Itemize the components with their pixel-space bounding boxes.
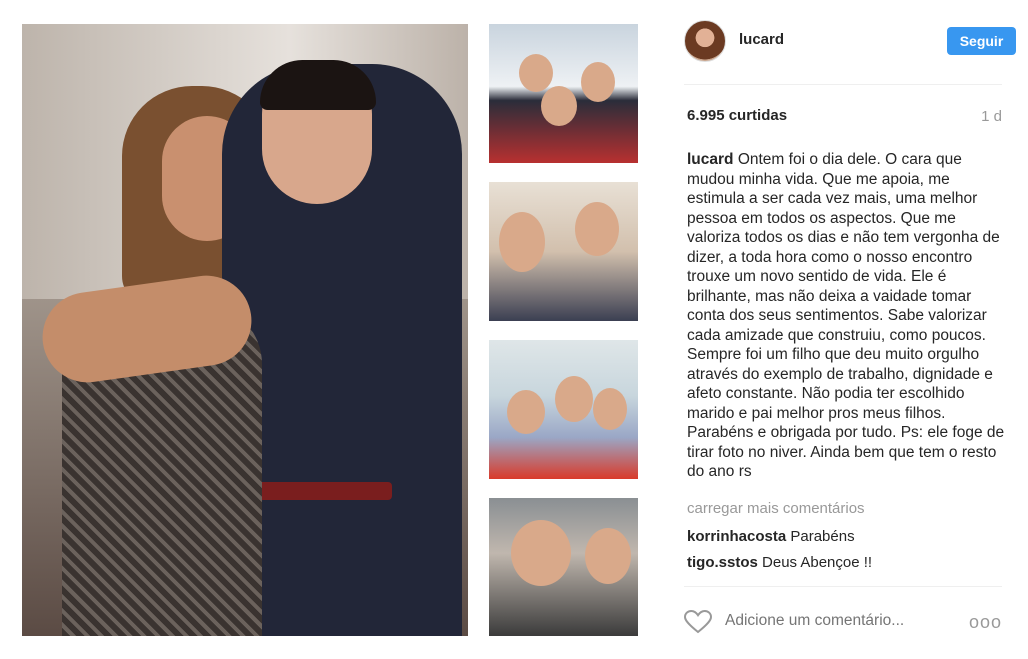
main-photo[interactable] [22,24,468,636]
comment-input[interactable] [725,612,955,630]
comment-text: Parabéns [790,528,855,545]
photo-face [519,54,553,92]
collage-photo-3[interactable] [489,340,638,479]
post-sidebar: lucard Seguir 6.995 curtidas 1 d lucard … [670,0,1016,659]
post-caption: lucard Ontem foi o dia dele. O cara que … [687,150,1005,482]
photo-face [581,62,615,102]
collage-photo-2[interactable] [489,182,638,321]
post-time[interactable]: 1 d [981,108,1002,125]
comment-item: korrinhacosta Parabéns [687,528,855,545]
caption-text: Ontem foi o dia dele. O cara que mudou m… [687,151,1005,480]
collage-photo-4[interactable] [489,498,638,636]
post-media [0,0,660,659]
divider [684,586,1002,587]
collage-photo-1[interactable] [489,24,638,163]
photo-face [499,212,545,272]
comment-item: tigo.sstos Deus Abençoe !! [687,554,872,571]
follow-button[interactable]: Seguir [947,27,1016,55]
photo-face [555,376,593,422]
comment-username[interactable]: korrinhacosta [687,528,786,545]
avatar[interactable] [684,20,726,62]
photo-face [575,202,619,256]
photo-man-hair [260,60,376,110]
comment-text: Deus Abençoe !! [762,554,873,571]
photo-belt [242,482,392,500]
username-link[interactable]: lucard [739,31,784,48]
post-footer: ooo [684,600,1002,644]
photo-face [511,520,571,586]
heart-icon[interactable] [684,610,712,634]
photo-face [507,390,545,434]
post-header: lucard Seguir [684,17,1016,65]
divider [684,84,1002,85]
load-more-comments[interactable]: carregar mais comentários [687,500,865,517]
photo-face [593,388,627,430]
photo-face [541,86,577,126]
ellipsis-icon[interactable]: ooo [969,612,1002,633]
photo-face [585,528,631,584]
likes-count[interactable]: 6.995 curtidas [687,107,787,124]
comment-username[interactable]: tigo.sstos [687,554,758,571]
caption-username[interactable]: lucard [687,151,734,168]
